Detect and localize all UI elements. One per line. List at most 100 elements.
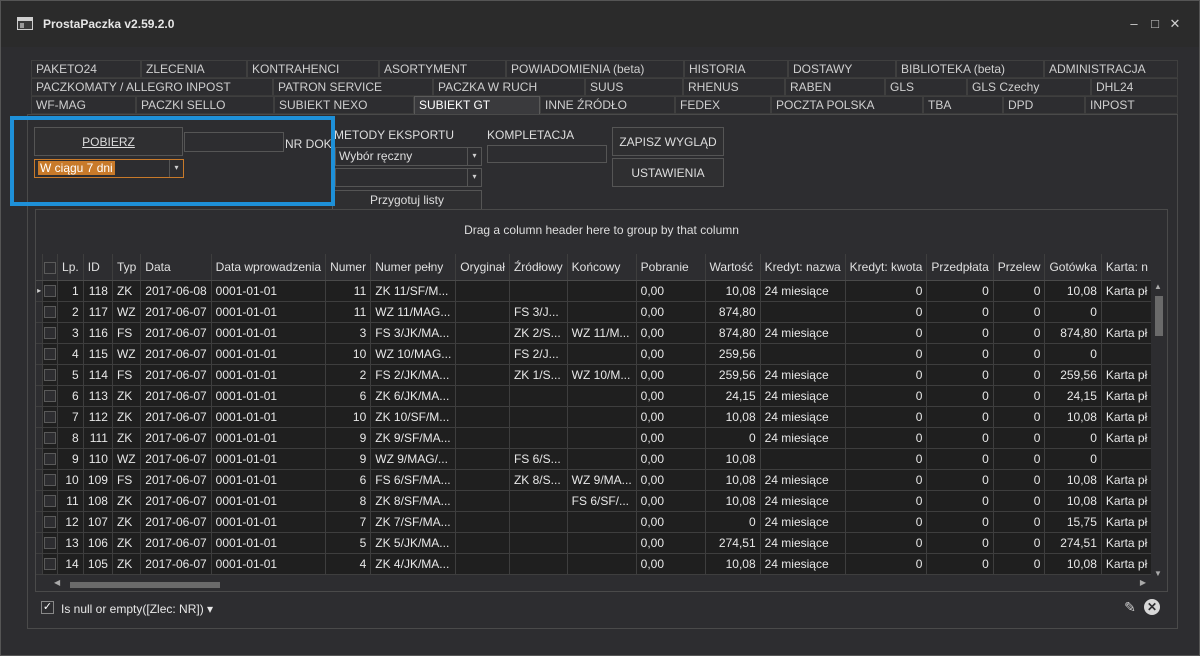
table-cell[interactable]: ZK 11/SF/M...	[370, 280, 457, 302]
table-cell[interactable]: 9	[325, 448, 372, 470]
table-cell[interactable]: 2017-06-07	[140, 301, 212, 323]
tab-rhenus[interactable]: RHENUS	[683, 78, 785, 96]
table-cell[interactable]: 5	[325, 532, 372, 554]
table-cell[interactable]: ZK	[112, 427, 142, 449]
pobierz-button[interactable]: POBIERZ	[34, 127, 183, 156]
table-cell[interactable]	[509, 553, 568, 575]
table-row[interactable]: 11 108 ZK 2017-06-07 0001-01-01 8 ZK 8/SF/MA..…	[36, 490, 1153, 512]
table-cell[interactable]: 11	[325, 280, 372, 302]
table-cell[interactable]: 24 miesiące	[760, 511, 846, 533]
period-select[interactable]: W ciągu 7 dni ▾	[34, 159, 184, 178]
table-cell[interactable]	[455, 385, 510, 407]
table-cell[interactable]: 874,80	[1044, 322, 1102, 344]
table-cell[interactable]: WZ 10/MAG...	[370, 343, 457, 365]
table-cell[interactable]: 0001-01-01	[211, 511, 327, 533]
table-cell[interactable]: 0	[1044, 343, 1102, 365]
table-cell[interactable]: 274,51	[705, 532, 761, 554]
tab-tba[interactable]: TBA	[923, 96, 1003, 114]
column-header[interactable]: Gotówka	[1044, 254, 1102, 281]
table-row[interactable]: 14 105 ZK 2017-06-07 0001-01-01 4 ZK 4/JK/MA..…	[36, 553, 1153, 575]
table-cell[interactable]: 4	[57, 343, 84, 365]
scroll-down-icon[interactable]: ▼	[1154, 569, 1162, 578]
table-cell[interactable]: 0	[845, 511, 928, 533]
table-cell[interactable]: 8	[57, 427, 84, 449]
table-cell[interactable]	[1101, 448, 1153, 470]
table-cell[interactable]: 10	[57, 469, 84, 491]
table-cell[interactable]	[567, 553, 637, 575]
table-cell[interactable]	[509, 280, 568, 302]
table-cell[interactable]: 0	[926, 343, 994, 365]
table-cell[interactable]	[1101, 343, 1153, 365]
table-cell[interactable]	[509, 385, 568, 407]
table-cell[interactable]: 10,08	[1044, 469, 1102, 491]
tab-powiadomienia[interactable]: POWIADOMIENIA (beta)	[506, 60, 684, 78]
column-header[interactable]: Typ	[112, 254, 142, 281]
tab-zlecenia[interactable]: ZLECENIA	[141, 60, 247, 78]
przygotuj-listy-button[interactable]: Przygotuj listy	[332, 190, 482, 210]
column-header[interactable]: Przedpłata	[926, 254, 994, 281]
table-cell[interactable]	[455, 427, 510, 449]
table-cell[interactable]	[455, 490, 510, 512]
table-cell[interactable]: 0001-01-01	[211, 364, 327, 386]
table-cell[interactable]: 274,51	[1044, 532, 1102, 554]
table-cell[interactable]: 12	[57, 511, 84, 533]
tab-subiekt-gt[interactable]: SUBIEKT GT	[414, 96, 540, 115]
table-row[interactable]: 4 115 WZ 2017-06-07 0001-01-01 10 WZ 10/MAG...…	[36, 343, 1153, 365]
table-cell[interactable]: 0	[705, 511, 761, 533]
table-cell[interactable]: 0,00	[636, 301, 706, 323]
close-icon[interactable]: ✕	[1166, 15, 1184, 33]
table-cell[interactable]: 0	[845, 448, 928, 470]
table-cell[interactable]: 0	[993, 343, 1046, 365]
table-cell[interactable]: 2017-06-07	[140, 469, 212, 491]
table-cell[interactable]: 2017-06-07	[140, 448, 212, 470]
table-cell[interactable]: 117	[83, 301, 113, 323]
table-cell[interactable]: 2	[325, 364, 372, 386]
table-cell[interactable]	[567, 511, 637, 533]
table-row[interactable]: 12 107 ZK 2017-06-07 0001-01-01 7 ZK 7/SF/MA..…	[36, 511, 1153, 533]
chevron-down-icon[interactable]: ▾	[169, 160, 183, 177]
table-cell[interactable]: 0	[926, 532, 994, 554]
tab-wf-mag[interactable]: WF-MAG	[31, 96, 136, 114]
table-cell[interactable]	[567, 532, 637, 554]
scroll-right-icon[interactable]: ▶	[1140, 578, 1146, 587]
table-cell[interactable]: 2017-06-07	[140, 490, 212, 512]
column-header[interactable]: Karta: n	[1101, 254, 1153, 281]
table-cell[interactable]: 0	[993, 511, 1046, 533]
table-cell[interactable]	[567, 280, 637, 302]
chevron-down-icon[interactable]: ▾	[467, 148, 481, 165]
table-cell[interactable]: 10,08	[705, 406, 761, 428]
table-cell[interactable]: 9	[57, 448, 84, 470]
table-cell[interactable]: 874,80	[705, 301, 761, 323]
table-cell[interactable]: 0	[993, 448, 1046, 470]
table-cell[interactable]: FS 3/JK/MA...	[370, 322, 457, 344]
table-cell[interactable]: WZ 9/MA...	[567, 469, 637, 491]
table-cell[interactable]: 113	[83, 385, 113, 407]
table-cell[interactable]: 0	[926, 553, 994, 575]
table-cell[interactable]: 0,00	[636, 322, 706, 344]
row-checkbox[interactable]	[42, 490, 59, 512]
table-cell[interactable]: FS 6/SF/...	[567, 490, 637, 512]
tab-dhl24[interactable]: DHL24	[1091, 78, 1178, 96]
table-cell[interactable]: 0,00	[636, 490, 706, 512]
table-cell[interactable]: 0001-01-01	[211, 469, 327, 491]
table-cell[interactable]	[567, 301, 637, 323]
clear-filter-icon[interactable]: ✕	[1144, 599, 1160, 615]
table-cell[interactable]: 24 miesiące	[760, 280, 846, 302]
table-cell[interactable]: 0001-01-01	[211, 553, 327, 575]
table-cell[interactable]: 0	[993, 469, 1046, 491]
tab-dostawy[interactable]: DOSTAWY	[788, 60, 896, 78]
table-cell[interactable]: 15,75	[1044, 511, 1102, 533]
table-cell[interactable]: 2017-06-08	[140, 280, 212, 302]
filter-enabled-checkbox[interactable]: ✓	[41, 601, 54, 614]
table-cell[interactable]: 0	[926, 406, 994, 428]
tab-paczki-sello[interactable]: PACZKI SELLO	[136, 96, 274, 114]
table-cell[interactable]: Karta pł	[1101, 469, 1153, 491]
tab-patron-service[interactable]: PATRON SERVICE	[273, 78, 433, 96]
table-cell[interactable]: 108	[83, 490, 113, 512]
table-cell[interactable]: 0,00	[636, 448, 706, 470]
table-cell[interactable]: 2017-06-07	[140, 364, 212, 386]
table-cell[interactable]: 0,00	[636, 532, 706, 554]
horizontal-scroll-thumb[interactable]	[70, 582, 220, 588]
table-cell[interactable]: 2017-06-07	[140, 343, 212, 365]
table-cell[interactable]	[567, 448, 637, 470]
